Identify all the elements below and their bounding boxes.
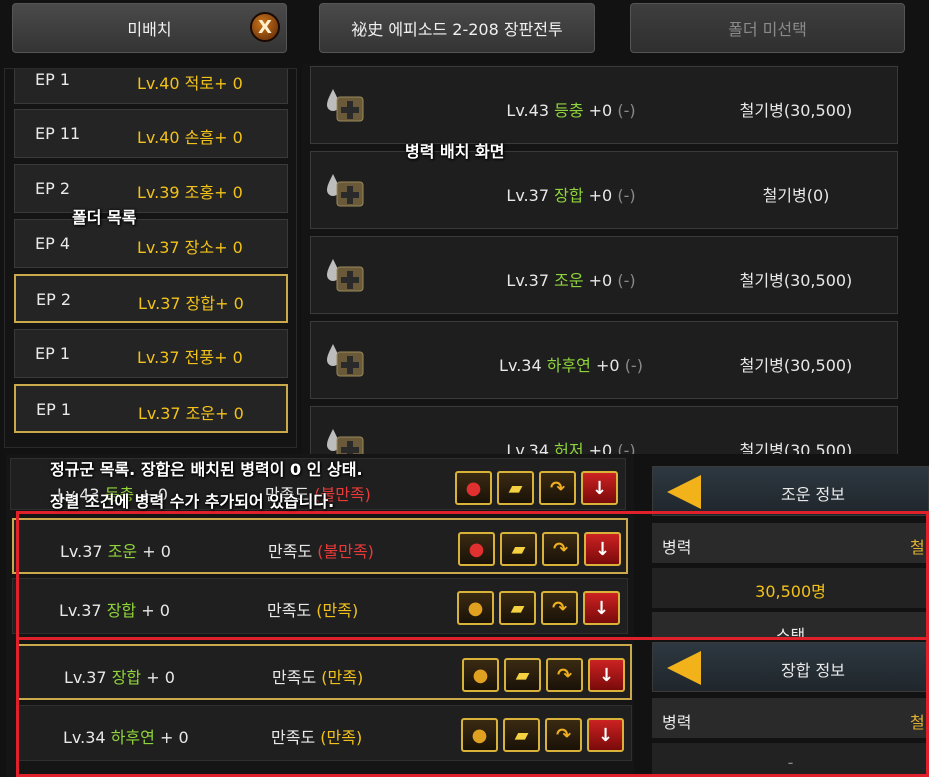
unassigned-label: 미배치: [127, 20, 172, 39]
unassigned-button[interactable]: 미배치: [12, 3, 287, 53]
folder-item[interactable]: EP 4 Lv.37 장소+ 0: [14, 219, 288, 268]
arrow-down-icon[interactable]: ↓: [581, 471, 618, 505]
folder-item[interactable]: EP 1 Lv.37 전풍+ 0: [14, 329, 288, 378]
note-army-line1: 정규군 목록. 장합은 배치된 병력이 0 인 상태.: [50, 460, 363, 479]
droplet-plus-icon[interactable]: [323, 255, 367, 295]
note-folder-list: 폴더 목록: [72, 208, 137, 227]
folder-list: EP 1 Lv.40 적로+ 0 EP 11 Lv.40 손흠+ 0 EP 2 …: [4, 68, 297, 448]
folder-item[interactable]: EP 11 Lv.40 손흠+ 0: [14, 109, 288, 158]
troop-item[interactable]: Lv.34 허저 +0 (-) 철기병(30,500): [310, 406, 898, 454]
note-army-line2: 장렬 조건에 병력 수가 추가되어 있습니다.: [50, 492, 335, 511]
back-arrow-icon[interactable]: [667, 475, 701, 509]
folder-item[interactable]: EP 1 Lv.37 조운+ 0: [14, 384, 288, 433]
folder-unselected-label: 폴더 미선택: [728, 20, 807, 39]
episode-button[interactable]: 祕史 에피소드 2-208 장판전투: [319, 3, 595, 53]
apple-icon[interactable]: ●: [455, 471, 492, 505]
troop-item[interactable]: Lv.37 장합 +0 (-) 철기병(0): [310, 151, 898, 229]
droplet-plus-icon[interactable]: [323, 340, 367, 380]
highlight-box: [16, 637, 929, 777]
droplet-plus-icon[interactable]: [323, 85, 367, 125]
troop-list: Lv.43 등충 +0 (-) 철기병(30,500) Lv.37 장합 +0 …: [302, 64, 898, 454]
info-header: 조운 정보: [652, 466, 929, 516]
note-troop-screen: 병력 배치 화면: [405, 142, 505, 161]
highlight-box: [16, 511, 929, 640]
close-icon[interactable]: X: [250, 12, 280, 42]
folder-item[interactable]: EP 1 Lv.40 적로+ 0: [14, 69, 288, 104]
folder-item[interactable]: EP 2 Lv.37 장합+ 0: [14, 274, 288, 323]
troop-item[interactable]: Lv.34 하후연 +0 (-) 철기병(30,500): [310, 321, 898, 399]
rotate-icon[interactable]: ↷: [539, 471, 576, 505]
droplet-plus-icon[interactable]: [323, 170, 367, 210]
episode-label: 祕史 에피소드 2-208 장판전투: [351, 20, 563, 39]
droplet-plus-icon[interactable]: [323, 425, 367, 454]
troop-item[interactable]: Lv.37 조운 +0 (-) 철기병(30,500): [310, 236, 898, 314]
folder-item[interactable]: EP 2 Lv.39 조홍+ 0: [14, 164, 288, 213]
troop-item[interactable]: Lv.43 등충 +0 (-) 철기병(30,500): [310, 66, 898, 144]
gold-bar-icon[interactable]: ▰: [497, 471, 534, 505]
folder-unselected-button[interactable]: 폴더 미선택: [630, 3, 905, 53]
